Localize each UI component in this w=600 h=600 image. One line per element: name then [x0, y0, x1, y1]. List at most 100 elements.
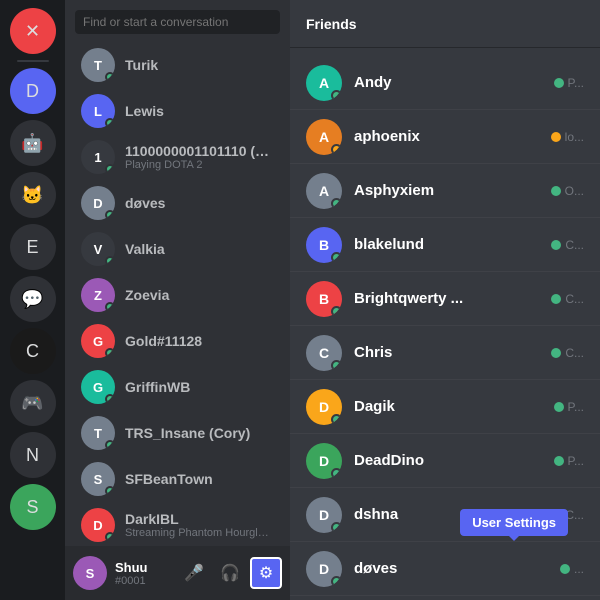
friend-status-label: O...	[565, 184, 584, 198]
dm-list-item[interactable]: SSFBeanTown	[71, 456, 284, 502]
friend-list-item[interactable]: A Asphyxiem O...	[290, 164, 600, 218]
status-dot	[105, 486, 115, 496]
dm-item-avatar: T	[81, 416, 115, 450]
server-icon-s3[interactable]: 🤖	[10, 120, 56, 166]
dm-list-item[interactable]: T Turik	[71, 42, 284, 88]
server-icon-s9[interactable]: N	[10, 432, 56, 478]
friend-list-item[interactable]: B Brightqwerty ... C...	[290, 272, 600, 326]
dm-item-avatar: Z	[81, 278, 115, 312]
friend-list-item[interactable]: AAndyP...	[290, 56, 600, 110]
friend-status-label: P...	[568, 400, 584, 414]
server-icon-s2[interactable]: D	[10, 68, 56, 114]
friend-list-item[interactable]: D DeadDino P...	[290, 434, 600, 488]
dm-items-list: TTurikLLewis11100000001101110 (CO...Play…	[65, 42, 290, 546]
user-area-icons: 🎤 🎧 ⚙	[178, 557, 282, 589]
dm-item-info: Turik	[125, 57, 274, 73]
friend-info: Chris	[354, 344, 539, 361]
status-dot	[105, 532, 115, 542]
dm-list-item[interactable]: LLewis	[71, 88, 284, 134]
dm-item-name: Zoevia	[125, 287, 274, 303]
dm-item-avatar: G	[81, 370, 115, 404]
dm-item-name: 1100000001101110 (CO...	[125, 143, 274, 159]
dm-item-avatar: V	[81, 232, 115, 266]
friend-avatar: A	[306, 65, 342, 101]
dm-item-avatar: D	[81, 508, 115, 542]
dm-item-info: Gold#11128	[125, 333, 274, 349]
dm-item-info: SFBeanTown	[125, 471, 274, 487]
dm-list: TTurikLLewis11100000001101110 (CO...Play…	[65, 0, 290, 600]
friend-status-label: C...	[565, 346, 584, 360]
dm-list-item[interactable]: T TRS_Insane (Cory)	[71, 410, 284, 456]
friend-name: blakelund	[354, 236, 539, 253]
friend-status-dot	[331, 144, 342, 155]
friend-info: døves	[354, 560, 548, 577]
server-icon-s10[interactable]: S	[10, 484, 56, 530]
friend-status-indicator	[551, 240, 561, 250]
friend-avatar: C	[306, 335, 342, 371]
dm-list-item[interactable]: DDarkIBLStreaming Phantom Hourglass w...	[71, 502, 284, 546]
dm-item-avatar: D	[81, 186, 115, 220]
dm-list-item[interactable]: Z Zoevia	[71, 272, 284, 318]
dm-item-avatar: T	[81, 48, 115, 82]
server-icon-s7[interactable]: C	[10, 328, 56, 374]
friend-avatar: D	[306, 443, 342, 479]
dm-item-name: Valkia	[125, 241, 274, 257]
dm-item-info: Lewis	[125, 103, 274, 119]
friend-list-item[interactable]: BblakelundC...	[290, 218, 600, 272]
friend-list-item[interactable]: D Dagik P...	[290, 380, 600, 434]
friend-avatar: A	[306, 173, 342, 209]
friend-status-right: C...	[551, 346, 584, 360]
friend-status-indicator	[551, 132, 561, 142]
friend-status-label: C...	[565, 292, 584, 306]
friend-name: Asphyxiem	[354, 182, 539, 199]
server-icon-s5[interactable]: E	[10, 224, 56, 270]
server-divider	[17, 60, 49, 62]
friend-status-right: P...	[554, 76, 584, 90]
friend-avatar: D	[306, 389, 342, 425]
friend-list-item[interactable]: C Chris C...	[290, 326, 600, 380]
friend-status-label: ...	[574, 562, 584, 576]
mic-icon[interactable]: 🎤	[178, 557, 210, 589]
friend-avatar: D	[306, 497, 342, 533]
friend-status-indicator	[554, 456, 564, 466]
dm-list-item[interactable]: GGold#11128	[71, 318, 284, 364]
friend-list-item[interactable]: Ddøves...	[290, 542, 600, 596]
friend-status-label: P...	[568, 454, 584, 468]
friend-status-dot	[331, 414, 342, 425]
current-user-name: Shuu	[115, 560, 170, 575]
status-dot	[105, 118, 115, 128]
friend-list-item[interactable]: Aaphoenixlo...	[290, 110, 600, 164]
friend-avatar: B	[306, 281, 342, 317]
friend-avatar: D	[306, 551, 342, 587]
friend-status-indicator	[551, 186, 561, 196]
dm-item-avatar: 1	[81, 140, 115, 174]
user-settings-icon[interactable]: ⚙	[250, 557, 282, 589]
panel-header: Friends	[290, 0, 600, 48]
friend-status-indicator	[560, 564, 570, 574]
friend-status-indicator	[554, 78, 564, 88]
dm-list-item[interactable]: Ddøves	[71, 180, 284, 226]
dm-item-name: Lewis	[125, 103, 274, 119]
server-icon-s6[interactable]: 💬	[10, 276, 56, 322]
friend-info: Asphyxiem	[354, 182, 539, 199]
dm-item-info: TRS_Insane (Cory)	[125, 425, 274, 441]
friend-name: DeadDino	[354, 452, 542, 469]
dm-item-name: Turik	[125, 57, 274, 73]
server-icon-s4[interactable]: 🐱	[10, 172, 56, 218]
friend-info: blakelund	[354, 236, 539, 253]
friend-status-dot	[331, 576, 342, 587]
friend-info: Brightqwerty ...	[354, 290, 539, 307]
friend-name: aphoenix	[354, 128, 539, 145]
headphones-icon[interactable]: 🎧	[214, 557, 246, 589]
friend-status-indicator	[554, 402, 564, 412]
dm-list-item[interactable]: V Valkia	[71, 226, 284, 272]
dm-list-item[interactable]: GGriffinWB	[71, 364, 284, 410]
friend-status-dot	[331, 522, 342, 533]
dm-item-info: døves	[125, 195, 274, 211]
server-icon-s8[interactable]: 🎮	[10, 380, 56, 426]
server-icon-s1[interactable]: ✕	[10, 8, 56, 54]
dm-list-item[interactable]: 11100000001101110 (CO...Playing DOTA 2	[71, 134, 284, 180]
friend-name: Dagik	[354, 398, 542, 415]
current-user-tag: #0001	[115, 575, 170, 587]
dm-search-input[interactable]	[75, 10, 280, 34]
